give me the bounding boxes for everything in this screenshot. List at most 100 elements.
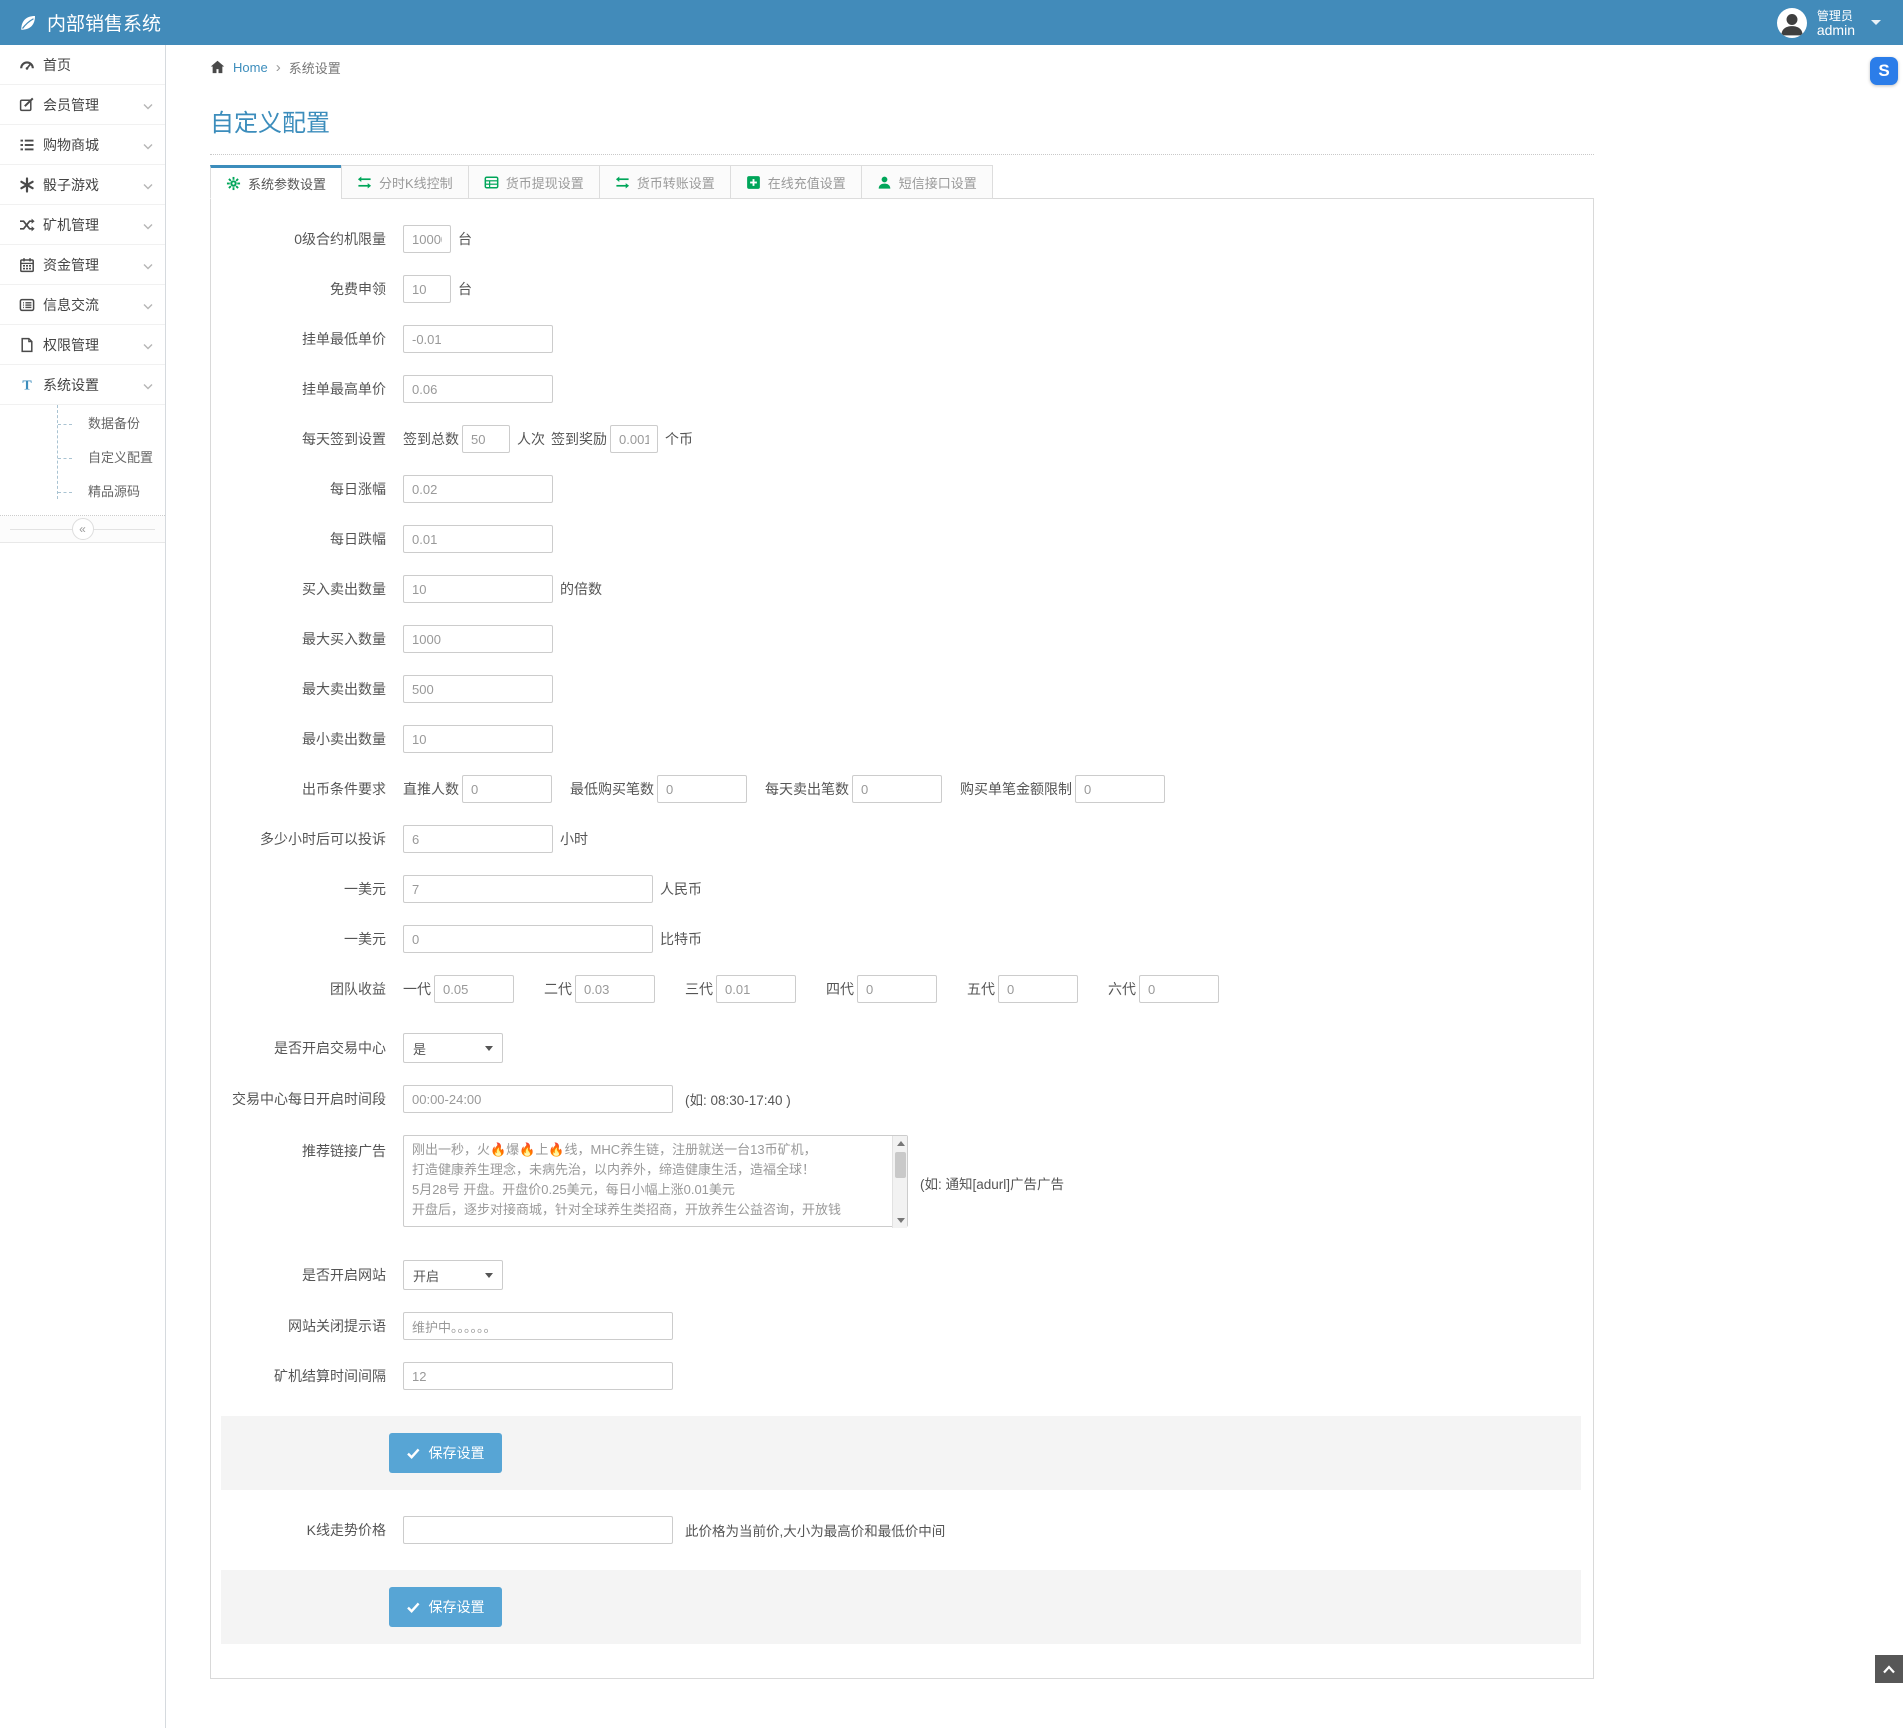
- field-label: 每日涨幅: [221, 479, 386, 499]
- field-label: 多少小时后可以投诉: [221, 829, 386, 849]
- gen6-income-input[interactable]: [1139, 975, 1219, 1003]
- app-logo: 内部销售系统: [0, 9, 161, 36]
- ad-textarea[interactable]: 刚出一秒，火🔥爆🔥上🔥线，MHC养生链，注册就送一台13币矿机， 打造健康养生理…: [403, 1135, 908, 1227]
- site-open-select[interactable]: 开启: [403, 1260, 503, 1290]
- tab-recharge-settings[interactable]: 在线充值设置: [730, 165, 862, 199]
- free-claim-input[interactable]: [403, 275, 451, 303]
- field-label: 买入卖出数量: [221, 579, 386, 599]
- kline-price-input[interactable]: [403, 1516, 673, 1544]
- sidebar-item-shop[interactable]: 购物商城: [0, 125, 165, 165]
- sidebar-item-home[interactable]: 首页: [0, 45, 165, 85]
- chevron-down-icon: [143, 177, 153, 193]
- tab-transfer-settings[interactable]: 货币转账设置: [599, 165, 731, 199]
- scroll-down-icon[interactable]: [893, 1213, 908, 1228]
- table-icon: [484, 175, 499, 190]
- signin-reward-input[interactable]: [610, 425, 658, 453]
- trade-multiple-input[interactable]: [403, 575, 553, 603]
- complaint-hours-input[interactable]: [403, 825, 553, 853]
- max-buy-input[interactable]: [403, 625, 553, 653]
- form-row-site-open: 是否开启网站 开启: [211, 1260, 1593, 1290]
- max-sell-input[interactable]: [403, 675, 553, 703]
- textarea-scrollbar[interactable]: [892, 1136, 907, 1228]
- sidebar-item-permissions[interactable]: 权限管理: [0, 325, 165, 365]
- chevron-down-icon: [143, 377, 153, 393]
- trade-time-input[interactable]: [403, 1085, 673, 1113]
- tab-sms-settings[interactable]: 短信接口设置: [861, 165, 993, 199]
- sidebar-item-dice[interactable]: 骰子游戏: [0, 165, 165, 205]
- miner-interval-input[interactable]: [403, 1362, 673, 1390]
- daily-sell-count-input[interactable]: [852, 775, 942, 803]
- site-close-msg-input[interactable]: [403, 1312, 673, 1340]
- contract-limit-input[interactable]: [403, 225, 451, 253]
- field-label: 一美元: [221, 929, 386, 949]
- submenu-item-premium-source[interactable]: 精品源码: [0, 475, 165, 509]
- field-label: 0级合约机限量: [221, 229, 386, 249]
- tab-kline-control[interactable]: 分时K线控制: [341, 165, 469, 199]
- browser-extension-badge-icon[interactable]: S: [1870, 57, 1898, 85]
- form-row-signin: 每天签到设置 签到总数 人次 签到奖励 个币: [211, 425, 1593, 453]
- direct-referrals-input[interactable]: [462, 775, 552, 803]
- user-name: admin: [1817, 23, 1855, 37]
- min-price-input[interactable]: [403, 325, 553, 353]
- field-suffix: 人次: [517, 429, 545, 449]
- usd-btc-input[interactable]: [403, 925, 653, 953]
- sidebar-item-label: 首页: [43, 55, 71, 75]
- tab-label: 货币提现设置: [506, 173, 584, 192]
- sidebar-collapse-toggle[interactable]: «: [0, 516, 165, 543]
- field-label: 推荐链接广告: [221, 1135, 386, 1161]
- save-band-kline: 保存设置: [221, 1570, 1581, 1644]
- trade-center-select[interactable]: 是: [403, 1033, 503, 1063]
- sidebar-item-members[interactable]: 会员管理: [0, 85, 165, 125]
- select-caret-icon: [485, 1046, 493, 1051]
- gen5-income-input[interactable]: [998, 975, 1078, 1003]
- list-alt-icon: [19, 297, 43, 313]
- field-suffix: 比特币: [660, 929, 702, 949]
- field-label: 挂单最低单价: [221, 329, 386, 349]
- gen4-income-input[interactable]: [857, 975, 937, 1003]
- sidebar-item-messages[interactable]: 信息交流: [0, 285, 165, 325]
- field-hint: (如: 通知[adurl]广告广告: [920, 1173, 1064, 1193]
- field-label: 是否开启交易中心: [221, 1038, 386, 1058]
- save-band: 保存设置: [221, 1416, 1581, 1490]
- usd-cny-input[interactable]: [403, 875, 653, 903]
- max-price-input[interactable]: [403, 375, 553, 403]
- tab-withdraw-settings[interactable]: 货币提现设置: [468, 165, 600, 199]
- gen1-income-input[interactable]: [434, 975, 514, 1003]
- daily-up-input[interactable]: [403, 475, 553, 503]
- field-label: 团队收益: [221, 979, 386, 999]
- back-to-top-button[interactable]: [1875, 1655, 1903, 1683]
- field-suffix: 个币: [665, 429, 693, 449]
- scrollbar-thumb[interactable]: [895, 1152, 906, 1178]
- field-label: 一美元: [221, 879, 386, 899]
- field-label: 挂单最高单价: [221, 379, 386, 399]
- form-row-kline-price: K线走势价格 此价格为当前价,大小为最高价和最低价中间: [211, 1516, 1593, 1544]
- tab-system-params[interactable]: 系统参数设置: [210, 165, 342, 199]
- user-menu[interactable]: 管理员 admin: [1777, 8, 1903, 38]
- daily-down-input[interactable]: [403, 525, 553, 553]
- gear-icon: [226, 176, 241, 191]
- sidebar-item-funds[interactable]: 资金管理: [0, 245, 165, 285]
- field-label: 每日跌幅: [221, 529, 386, 549]
- submenu-item-custom-config[interactable]: 自定义配置: [0, 441, 165, 475]
- submenu-item-data-backup[interactable]: 数据备份: [0, 407, 165, 441]
- save-kline-button[interactable]: 保存设置: [389, 1587, 502, 1627]
- gen2-income-input[interactable]: [575, 975, 655, 1003]
- exchange-icon: [357, 175, 372, 190]
- sidebar-item-label: 系统设置: [43, 375, 99, 395]
- min-sell-input[interactable]: [403, 725, 553, 753]
- sidebar-item-label: 骰子游戏: [43, 175, 99, 195]
- asterisk-icon: [19, 177, 43, 193]
- min-purchase-count-input[interactable]: [657, 775, 747, 803]
- form-row-max-buy: 最大买入数量: [211, 625, 1593, 653]
- scroll-up-icon[interactable]: [893, 1136, 908, 1151]
- gen3-income-input[interactable]: [716, 975, 796, 1003]
- save-settings-button[interactable]: 保存设置: [389, 1433, 502, 1473]
- selected-option: 开启: [413, 1266, 439, 1285]
- single-purchase-limit-input[interactable]: [1075, 775, 1165, 803]
- sidebar-item-system-settings[interactable]: T 系统设置: [0, 365, 165, 405]
- form-row-trade-time: 交易中心每日开启时间段 (如: 08:30-17:40 ): [211, 1085, 1593, 1113]
- breadcrumb-home-link[interactable]: Home: [233, 60, 268, 75]
- sidebar-item-miners[interactable]: 矿机管理: [0, 205, 165, 245]
- field-label: 矿机结算时间间隔: [221, 1366, 386, 1386]
- signin-count-input[interactable]: [462, 425, 510, 453]
